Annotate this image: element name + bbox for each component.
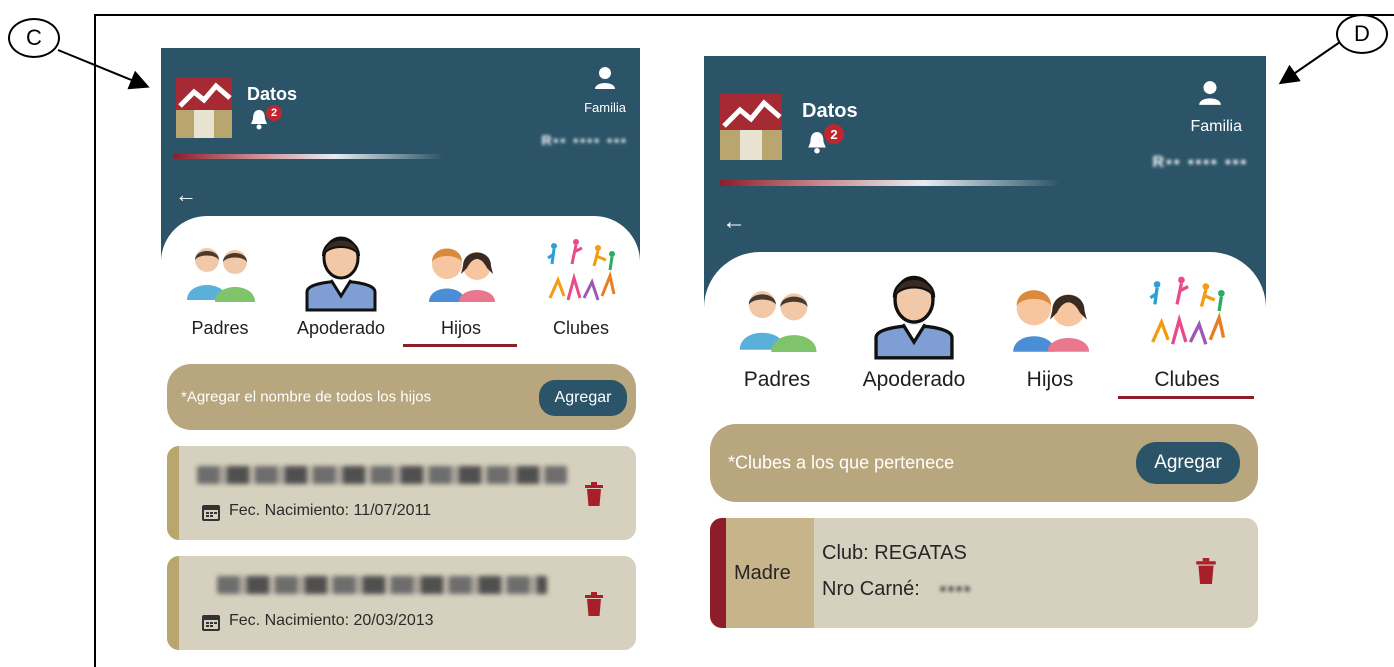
tab-clubes-label: Clubes (552, 318, 610, 338)
children-icon (1013, 290, 1090, 352)
username-blurred: R▪▪ ▪▪▪▪ ▪▪▪ (541, 132, 628, 148)
tab-padres-label: Padres (743, 368, 811, 391)
tab-padres[interactable]: Padres (177, 234, 263, 344)
role-label: Familia (1190, 118, 1242, 135)
header-gradient-bar (720, 180, 1060, 186)
username-blurred: R▪▪ ▪▪▪▪ ▪▪▪ (1152, 154, 1248, 171)
tab-apoderado-label: Apoderado (296, 318, 386, 338)
tab-padres[interactable]: Padres (728, 270, 826, 392)
child-card: Fec. Nacimiento: 20/03/2013 (167, 556, 636, 650)
tab-hijos-label: Hijos (440, 318, 481, 338)
children-icon (429, 248, 495, 302)
back-arrow-icon[interactable]: ← (722, 208, 746, 236)
child-dob: Fec. Nacimiento: 20/03/2013 (229, 612, 434, 629)
card-number-label: Nro Carné: (822, 578, 920, 600)
role-label: Familia (584, 100, 626, 115)
tab-hijos[interactable]: Hijos (405, 234, 517, 344)
trash-icon[interactable] (1196, 558, 1216, 584)
arrow-d (1278, 41, 1341, 85)
tab-clubes-underline (1118, 396, 1254, 399)
clubs-notice-text: *Clubes a los que pertenece (728, 452, 955, 473)
header-gradient-bar (173, 154, 443, 159)
add-club-button[interactable]: Agregar (1136, 442, 1240, 484)
screen-d: Datos 2 Familia R▪▪ ▪▪▪▪ ▪▪▪ ← Padres Ap… (704, 56, 1266, 636)
child-name-blurred (217, 576, 547, 594)
child-card: Fec. Nacimiento: 11/07/2011 (167, 446, 636, 540)
clubs-icon (547, 239, 616, 301)
tab-clubes[interactable]: Clubes (1120, 270, 1254, 392)
tab-apoderado[interactable]: Apoderado (285, 224, 397, 344)
child-name-blurred (197, 466, 567, 484)
back-arrow-icon[interactable]: ← (175, 182, 197, 208)
club-name: Club: REGATAS (822, 542, 967, 564)
card-accent (167, 446, 179, 540)
trash-icon[interactable] (585, 592, 603, 616)
app-title: Datos (247, 84, 298, 104)
clubs-icon (1149, 276, 1226, 345)
parents-icon (739, 291, 817, 352)
arrow-c (57, 49, 150, 90)
notification-badge: 2 (266, 105, 282, 121)
guardian-icon (874, 275, 954, 360)
app-logo (720, 94, 782, 160)
tab-clubes[interactable]: Clubes (533, 234, 629, 344)
club-card: Madre Club: REGATAS Nro Carné: ▪▪▪▪ (710, 518, 1258, 628)
calendar-icon (202, 505, 220, 521)
add-children-notice: *Agregar el nombre de todos los hijos Ag… (167, 364, 636, 430)
tab-clubes-label: Clubes (1154, 368, 1220, 391)
parents-icon (187, 248, 255, 302)
child-dob: Fec. Nacimiento: 11/07/2011 (229, 502, 432, 519)
screen-c: Datos 2 Familia R▪▪ ▪▪▪▪ ▪▪▪ ← Padres Ap… (161, 48, 640, 657)
trash-icon[interactable] (585, 482, 603, 506)
tab-padres-label: Padres (191, 318, 249, 338)
user-icon[interactable] (1198, 80, 1222, 106)
card-number-value: ▪▪▪▪ (939, 578, 972, 600)
tab-apoderado-label: Apoderado (862, 368, 966, 391)
clubs-notice: *Clubes a los que pertenece Agregar (710, 424, 1258, 502)
tab-hijos-label: Hijos (1026, 368, 1074, 391)
tab-hijos-underline (403, 344, 517, 347)
add-children-notice-text: *Agregar el nombre de todos los hijos (181, 388, 432, 406)
user-icon[interactable] (594, 66, 616, 90)
add-child-button[interactable]: Agregar (539, 380, 627, 416)
guardian-icon (305, 236, 377, 312)
club-member-role: Madre (734, 562, 791, 584)
card-accent (710, 518, 726, 628)
app-title: Datos (802, 100, 858, 122)
calendar-icon (202, 615, 220, 631)
notification-badge: 2 (824, 124, 844, 144)
app-logo (176, 78, 232, 138)
tab-hijos[interactable]: Hijos (994, 270, 1106, 392)
card-accent (167, 556, 179, 650)
club-card-number: Nro Carné: ▪▪▪▪ (822, 578, 972, 601)
tab-apoderado[interactable]: Apoderado (848, 262, 980, 392)
